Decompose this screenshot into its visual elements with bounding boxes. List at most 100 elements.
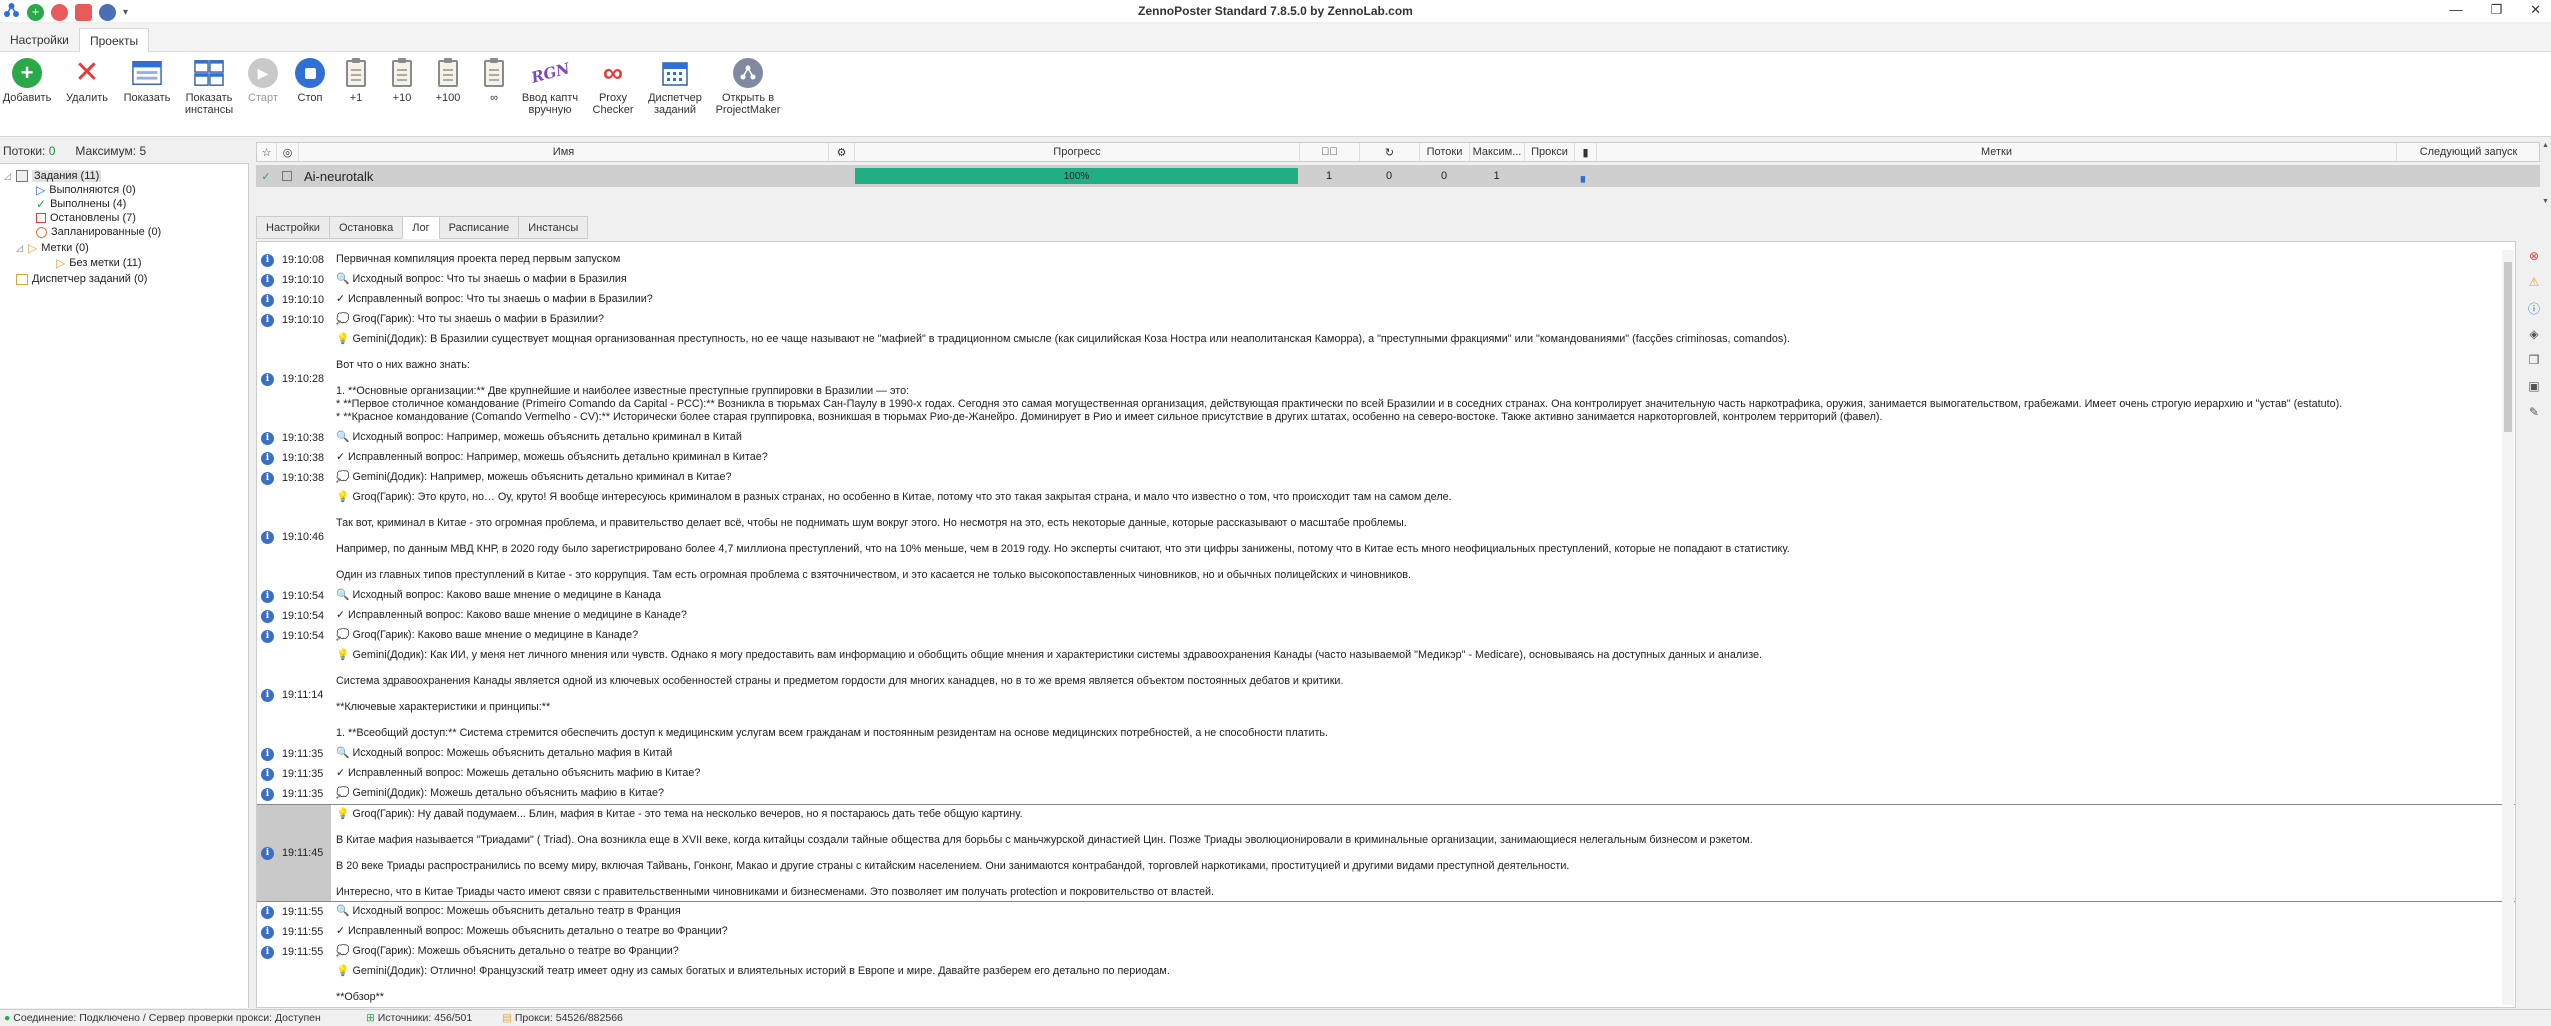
minimize-icon[interactable]: — <box>2449 2 2462 18</box>
tab-instances[interactable]: Инстансы <box>518 216 589 239</box>
menu-tab-projects[interactable]: Проекты <box>79 28 150 52</box>
stop-button[interactable]: Стоп <box>290 58 330 104</box>
plus-1-button[interactable]: +1 <box>338 57 374 104</box>
projectmaker-icon <box>733 58 763 88</box>
next-run-column-header[interactable]: Следующий запуск <box>2397 143 2540 161</box>
log-line: Например, по данным МВД КНР, в 2020 году… <box>336 543 1790 555</box>
log-entry[interactable]: i 19:10:46 💡 Groq(Гарик): Это круто, но… О… <box>257 488 2515 586</box>
log-entry-gutter: i 19:11:35 <box>257 744 331 764</box>
log-message: 💡 Groq(Гарик): Ну давай подумаем... Блин… <box>336 808 1753 899</box>
close-icon[interactable]: ✕ <box>2530 2 2541 18</box>
tree-node-no-tags[interactable]: ▷ Без метки (11) <box>56 255 142 271</box>
log-entry[interactable]: i 19:10:28 💡 Gemini(Додик): В Бразилии сущ… <box>257 330 2515 428</box>
tab-schedule[interactable]: Расписание <box>438 216 519 239</box>
tag-filter-icon[interactable]: ◈ <box>2526 326 2542 342</box>
log-entry[interactable]: i 19:10:38 🔍 Исходный вопрос: Например, мо… <box>257 428 2515 448</box>
log-entry[interactable]: i 19:10:54 ✓ Исправленный вопрос: Каково в… <box>257 606 2515 626</box>
collapse-icon[interactable]: ◿ <box>16 243 24 254</box>
log-time: 19:11:14 <box>282 689 324 701</box>
log-line: 🔍 Исходный вопрос: Можешь объяснить дета… <box>336 747 673 759</box>
info-icon: i <box>261 253 274 267</box>
task-dispatcher-button[interactable]: Диспетчер заданий <box>644 58 706 116</box>
log-line: 💡 Gemini(Додик): В Бразилии существует м… <box>336 333 1790 345</box>
image-icon[interactable]: ▣ <box>2526 378 2542 394</box>
warning-filter-icon[interactable]: ⚠ <box>2526 274 2542 290</box>
log-entry[interactable]: i 19:11:14 💡 Gemini(Додик): Как ИИ, у меня… <box>257 646 2515 744</box>
log-message: 💭 Gemini(Додик): Например, можешь объясн… <box>336 471 731 484</box>
log-entry[interactable]: 💡 Gemini(Додик): Отлично! Французский те… <box>257 962 2515 1007</box>
log-entry[interactable]: i 19:11:35 🔍 Исходный вопрос: Можешь объяс… <box>257 744 2515 764</box>
log-entry[interactable]: i 19:11:55 ✓ Исправленный вопрос: Можешь о… <box>257 922 2515 942</box>
add-button[interactable]: + Добавить <box>2 58 52 104</box>
log-entry[interactable]: i 19:10:54 💭 Groq(Гарик): Каково ваше мнен… <box>257 626 2515 646</box>
max-column-header[interactable]: Максим... <box>1470 143 1525 161</box>
log-entry[interactable]: i 19:11:45 💡 Groq(Гарик): Ну давай подумае… <box>257 804 2515 902</box>
menu-tab-settings[interactable]: Настройки <box>0 28 79 52</box>
log-entry[interactable]: i 19:10:38 💭 Gemini(Додик): Например, може… <box>257 468 2515 488</box>
plus-10-button[interactable]: +10 <box>384 57 420 104</box>
success-column-header[interactable]: ✓⃝ <box>1300 143 1360 161</box>
infinite-button[interactable]: ∞ <box>476 57 512 104</box>
open-in-projectmaker-button[interactable]: Открыть в ProjectMaker <box>712 58 784 116</box>
log-panel[interactable]: i 19:10:08 Первичная компиляция проекта пе… <box>256 241 2516 1008</box>
start-button[interactable]: ▶ Старт <box>243 58 283 104</box>
delete-button[interactable]: ✕ Удалить <box>62 58 112 105</box>
clear-icon[interactable]: ✎ <box>2526 404 2542 420</box>
log-entry[interactable]: i 19:11:35 ✓ Исправленный вопрос: Можешь д… <box>257 764 2515 784</box>
log-message: ✓ Исправленный вопрос: Что ты знаешь о м… <box>336 293 653 306</box>
project-row[interactable]: ✓ Ai-neurotalk 100% 1 0 0 1 ▖ <box>256 165 2540 187</box>
log-line: **Обзор** <box>336 991 384 1003</box>
tags-column-header[interactable]: Метки <box>1597 143 2397 161</box>
threads-value: 0 <box>48 144 56 158</box>
stats-column-header[interactable]: ▮ <box>1575 143 1597 161</box>
tree-node-scheduled[interactable]: Запланированные (0) <box>36 224 161 240</box>
copy-icon[interactable]: ❐ <box>2526 352 2542 368</box>
log-entry[interactable]: i 19:11:55 🔍 Исходный вопрос: Можешь объяс… <box>257 902 2515 922</box>
log-line: Вот что о них важно знать: <box>336 359 470 371</box>
log-entry[interactable]: i 19:10:10 💭 Groq(Гарик): Что ты знаешь о … <box>257 310 2515 330</box>
favorite-column-header[interactable]: ☆ <box>257 143 277 161</box>
restore-icon[interactable]: ❐ <box>2490 2 2502 18</box>
progress-column-header[interactable]: Прогресс <box>855 143 1300 161</box>
log-scrollbar[interactable] <box>2502 250 2514 1005</box>
settings-column-header[interactable]: ⚙ <box>829 143 855 161</box>
log-scrollbar-thumb[interactable] <box>2504 262 2512 432</box>
collapse-icon[interactable]: ◿ <box>4 171 12 182</box>
manual-captcha-button[interactable]: RGN Ввод каптч вручную <box>518 58 582 116</box>
tab-settings[interactable]: Настройки <box>256 216 329 239</box>
tab-stop[interactable]: Остановка <box>328 216 403 239</box>
log-line: 1. **Всеобщий доступ:** Система стремитс… <box>336 727 1329 739</box>
log-line: 💭 Groq(Гарик): Что ты знаешь о мафии в Б… <box>336 313 605 325</box>
name-column-header[interactable]: Имя <box>299 143 829 161</box>
proxy-column-header[interactable]: Прокси <box>1525 143 1575 161</box>
log-entry[interactable]: i 19:10:10 🔍 Исходный вопрос: Что ты знаеш… <box>257 270 2515 290</box>
log-entry[interactable]: i 19:11:35 💭 Gemini(Додик): Можешь детальн… <box>257 784 2515 804</box>
tag-icon: ▷ <box>28 241 38 255</box>
status-column-header[interactable]: ◎ <box>277 143 299 161</box>
log-entry[interactable]: i 19:10:10 ✓ Исправленный вопрос: Что ты з… <box>257 290 2515 310</box>
error-filter-icon[interactable]: ⊗ <box>2526 248 2542 264</box>
repeat-column-header[interactable]: ↻ <box>1360 143 1420 161</box>
log-line: 💭 Gemini(Додик): Например, можешь объясн… <box>336 471 732 483</box>
log-entry[interactable]: i 19:10:08 Первичная компиляция проекта пе… <box>257 250 2515 270</box>
clipboard-icon <box>346 57 366 87</box>
log-entry-gutter: i 19:10:10 <box>257 290 331 310</box>
tree-node-dispatcher[interactable]: Диспетчер заданий (0) <box>16 271 147 287</box>
scroll-up-icon[interactable]: ▲ <box>2542 142 2549 149</box>
log-entry[interactable]: i 19:10:38 ✓ Исправленный вопрос: Например… <box>257 448 2515 468</box>
log-entry[interactable]: i 19:11:55 💭 Groq(Гарик): Можешь объяснить… <box>257 942 2515 962</box>
show-instances-button[interactable]: Показать инстансы <box>180 58 238 116</box>
log-line: Один из главных типов преступлений в Кит… <box>336 569 1411 581</box>
plus-100-button[interactable]: +100 <box>430 57 466 104</box>
tab-log[interactable]: Лог <box>402 216 439 239</box>
grid-scrollbar[interactable]: ▲ ▼ <box>2540 142 2551 208</box>
tree-node-tags[interactable]: ◿ ▷ Метки (0) <box>16 240 89 256</box>
threads-column-header[interactable]: Потоки <box>1420 143 1470 161</box>
proxy-checker-button[interactable]: ∞ Proxy Checker <box>588 58 638 117</box>
show-button[interactable]: Показать <box>118 58 176 104</box>
info-filter-icon[interactable]: ⓘ <box>2526 300 2542 316</box>
scroll-down-icon[interactable]: ▼ <box>2542 198 2549 205</box>
log-entry[interactable]: i 19:10:54 🔍 Исходный вопрос: Каково ваше … <box>257 586 2515 606</box>
